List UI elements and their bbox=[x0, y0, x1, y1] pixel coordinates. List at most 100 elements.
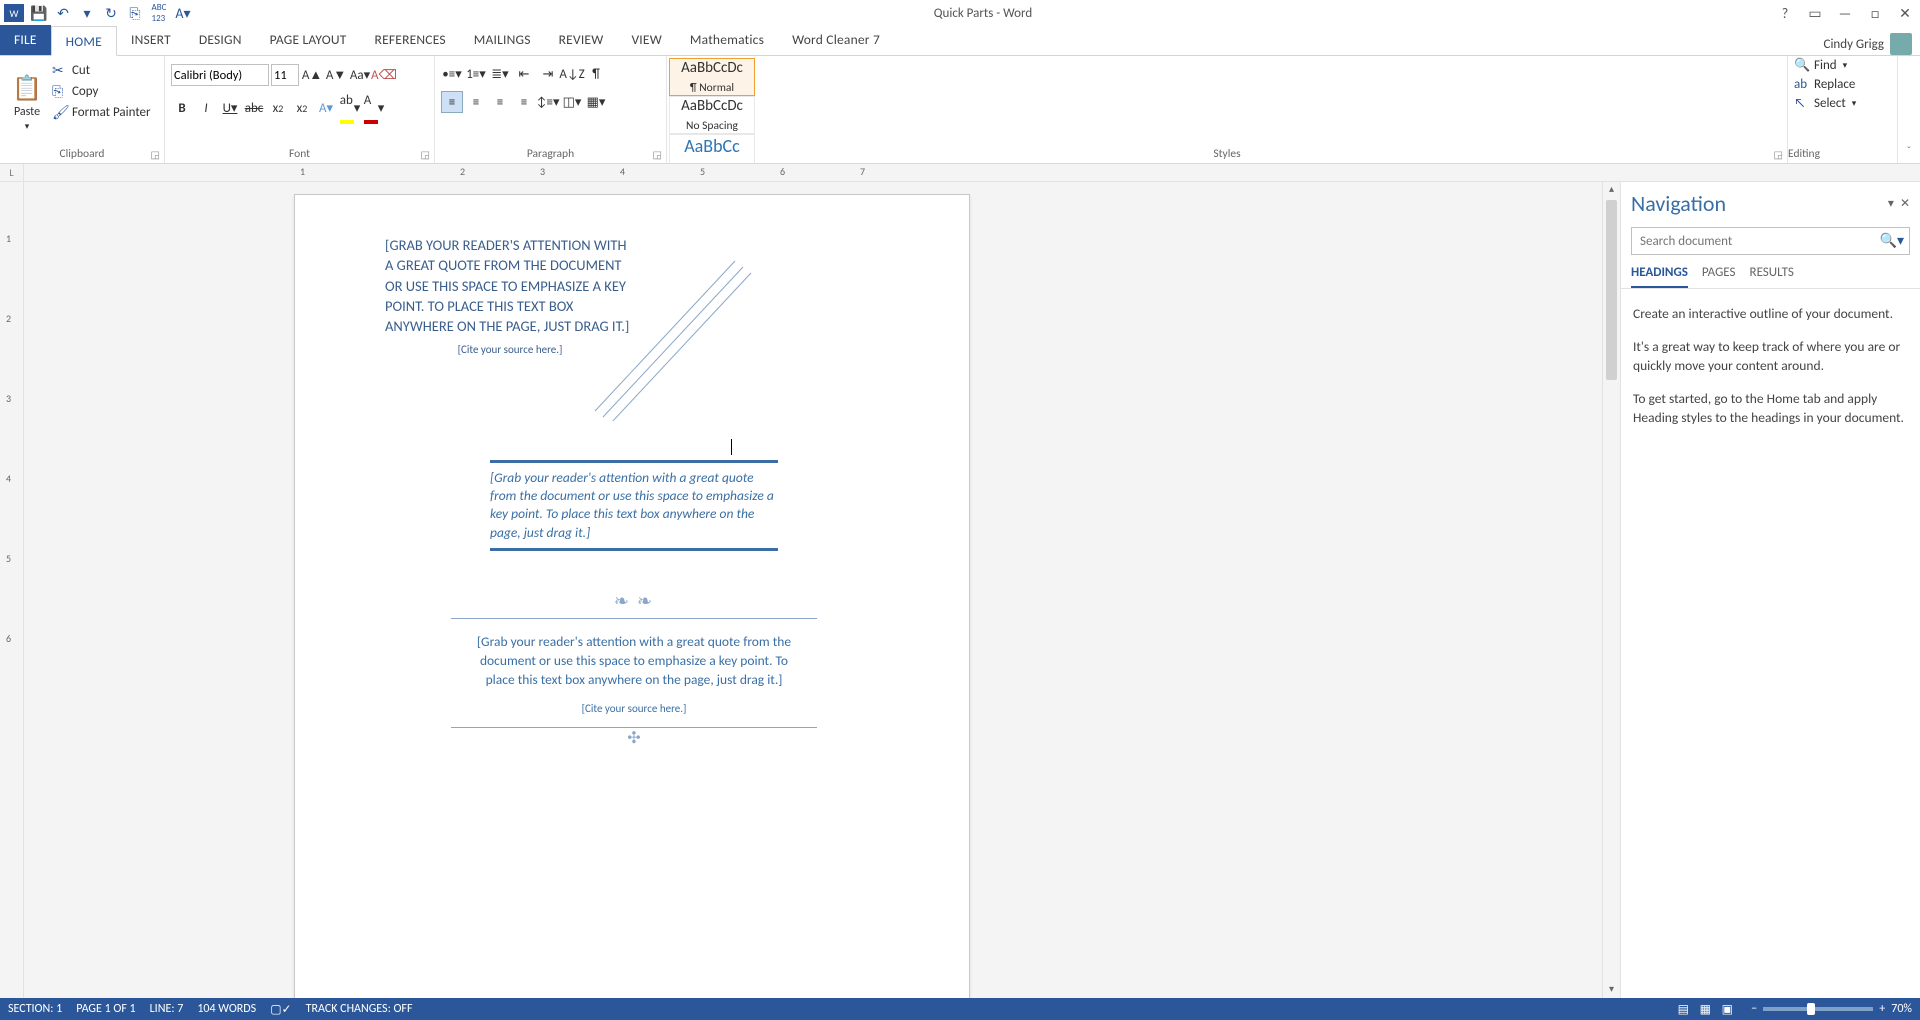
user-account[interactable]: Cindy Grigg bbox=[1824, 33, 1920, 55]
grow-font-button[interactable]: A▲ bbox=[301, 64, 323, 86]
zoom-knob[interactable] bbox=[1807, 1003, 1815, 1015]
strikethrough-button[interactable]: abc bbox=[243, 97, 265, 119]
close-icon[interactable]: ✕ bbox=[1894, 5, 1916, 22]
highlight-button[interactable]: ab▾ bbox=[339, 97, 361, 119]
align-left-button[interactable]: ≡ bbox=[441, 91, 463, 113]
nav-tab-results[interactable]: RESULTS bbox=[1750, 265, 1794, 288]
shading-button[interactable]: ◫▾ bbox=[561, 91, 583, 113]
title-bar: W 💾 ↶ ▾ ↻ ⎘ ABC123 A▾ Quick Parts - Word… bbox=[0, 0, 1920, 26]
tab-view[interactable]: VIEW bbox=[617, 25, 675, 55]
vertical-scrollbar[interactable]: ▴ ▾ bbox=[1602, 182, 1620, 998]
zoom-in-button[interactable]: + bbox=[1879, 1002, 1885, 1016]
clear-formatting-button[interactable]: A⌫ bbox=[373, 64, 395, 86]
zoom-level[interactable]: 70% bbox=[1891, 1002, 1912, 1016]
font-color-qat-icon[interactable]: A▾ bbox=[174, 4, 192, 22]
tab-design[interactable]: DESIGN bbox=[185, 25, 256, 55]
replace-button[interactable]: abReplace bbox=[1794, 77, 1891, 92]
align-center-button[interactable]: ≡ bbox=[465, 91, 487, 113]
chevron-down-icon[interactable]: ▾ bbox=[1888, 196, 1894, 211]
read-mode-icon[interactable]: ▤ bbox=[1673, 1002, 1693, 1017]
show-hide-button[interactable]: ¶ bbox=[585, 63, 607, 85]
scroll-down-icon[interactable]: ▾ bbox=[1603, 982, 1620, 998]
scroll-thumb[interactable] bbox=[1606, 200, 1617, 380]
web-layout-icon[interactable]: ▣ bbox=[1717, 1002, 1737, 1017]
font-name-selector[interactable] bbox=[171, 64, 269, 86]
justify-button[interactable]: ≡ bbox=[513, 91, 535, 113]
search-icon[interactable]: 🔍▾ bbox=[1880, 232, 1904, 249]
scroll-up-icon[interactable]: ▴ bbox=[1603, 182, 1620, 198]
status-words[interactable]: 104 WORDS bbox=[197, 1002, 256, 1016]
clipboard-dialog-launcher[interactable]: ◲ bbox=[151, 148, 160, 161]
tab-review[interactable]: REVIEW bbox=[545, 25, 618, 55]
document-area[interactable]: [GRAB YOUR READER'S ATTENTION WITH A GRE… bbox=[24, 182, 1602, 998]
font-color-button[interactable]: A▾ bbox=[363, 97, 385, 119]
italic-button[interactable]: I bbox=[195, 97, 217, 119]
style-normal[interactable]: AaBbCcDc¶ Normal bbox=[669, 58, 755, 96]
font-dialog-launcher[interactable]: ◲ bbox=[421, 148, 430, 161]
spellcheck-status-icon[interactable]: ▢✓ bbox=[270, 1002, 291, 1017]
change-case-button[interactable]: Aa▾ bbox=[349, 64, 371, 86]
tab-word-cleaner[interactable]: Word Cleaner 7 bbox=[778, 25, 894, 55]
status-section[interactable]: SECTION: 1 bbox=[8, 1002, 62, 1016]
shrink-font-button[interactable]: A▼ bbox=[325, 64, 347, 86]
collapse-ribbon[interactable]: ˇ bbox=[1898, 56, 1920, 163]
multilevel-list-button[interactable]: ≣▾ bbox=[489, 63, 511, 85]
tab-home[interactable]: HOME bbox=[51, 26, 117, 56]
tab-insert[interactable]: INSERT bbox=[117, 25, 185, 55]
decrease-indent-button[interactable]: ⇤ bbox=[513, 63, 535, 85]
tab-references[interactable]: REFERENCES bbox=[361, 25, 460, 55]
styles-dialog-launcher[interactable]: ◲ bbox=[1774, 148, 1783, 161]
close-icon[interactable]: ✕ bbox=[1900, 196, 1910, 211]
spellcheck-icon[interactable]: ABC123 bbox=[150, 4, 168, 22]
tab-mailings[interactable]: MAILINGS bbox=[460, 25, 545, 55]
status-page[interactable]: PAGE 1 OF 1 bbox=[76, 1002, 135, 1016]
sort-button[interactable]: A↓Z bbox=[561, 63, 583, 85]
font-size-selector[interactable] bbox=[271, 64, 299, 86]
redo-icon[interactable]: ↻ bbox=[102, 4, 120, 22]
select-button[interactable]: ↖Select▾ bbox=[1794, 96, 1891, 111]
nav-tab-pages[interactable]: PAGES bbox=[1702, 265, 1736, 288]
paragraph-dialog-launcher[interactable]: ◲ bbox=[653, 148, 662, 161]
horizontal-ruler[interactable]: 1 2 3 4 5 6 7 bbox=[270, 164, 1920, 181]
quick-print-icon[interactable]: ⎘ bbox=[126, 4, 144, 22]
undo-icon[interactable]: ↶ bbox=[54, 4, 72, 22]
increase-indent-button[interactable]: ⇥ bbox=[537, 63, 559, 85]
superscript-button[interactable]: x2 bbox=[291, 97, 313, 119]
tab-page-layout[interactable]: PAGE LAYOUT bbox=[256, 25, 361, 55]
align-right-button[interactable]: ≡ bbox=[489, 91, 511, 113]
find-button[interactable]: 🔍Find▾ bbox=[1794, 58, 1891, 73]
nav-tab-headings[interactable]: HEADINGS bbox=[1631, 265, 1688, 288]
status-line[interactable]: LINE: 7 bbox=[150, 1002, 184, 1016]
vertical-ruler[interactable]: 123 456 bbox=[0, 182, 24, 998]
tab-file[interactable]: FILE bbox=[0, 25, 51, 55]
ribbon-options-icon[interactable]: ▭ bbox=[1804, 5, 1826, 22]
numbering-button[interactable]: 1≡▾ bbox=[465, 63, 487, 85]
print-layout-icon[interactable]: ▦ bbox=[1695, 1002, 1715, 1017]
undo-dropdown-icon[interactable]: ▾ bbox=[78, 4, 96, 22]
ruler-corner[interactable]: L bbox=[0, 164, 24, 181]
style-no-spacing[interactable]: AaBbCcDcNo Spacing bbox=[669, 96, 755, 134]
save-icon[interactable]: 💾 bbox=[30, 4, 48, 22]
tab-mathematics[interactable]: Mathematics bbox=[676, 25, 778, 55]
page[interactable]: [GRAB YOUR READER'S ATTENTION WITH A GRE… bbox=[294, 194, 970, 998]
search-input[interactable] bbox=[1631, 227, 1910, 255]
text-box-3[interactable]: ❧ ❧ [Grab your reader's attention with a… bbox=[451, 590, 817, 748]
bold-button[interactable]: B bbox=[171, 97, 193, 119]
copy-button[interactable]: ⎘Copy bbox=[52, 83, 158, 100]
minimize-icon[interactable]: — bbox=[1834, 5, 1856, 22]
status-track-changes[interactable]: TRACK CHANGES: OFF bbox=[306, 1002, 413, 1016]
underline-button[interactable]: U▾ bbox=[219, 97, 241, 119]
zoom-out-button[interactable]: − bbox=[1751, 1002, 1757, 1016]
bullets-button[interactable]: •≡▾ bbox=[441, 63, 463, 85]
subscript-button[interactable]: x2 bbox=[267, 97, 289, 119]
paste-button[interactable]: 📋 Paste ▾ bbox=[6, 60, 48, 145]
help-icon[interactable]: ? bbox=[1774, 5, 1796, 22]
format-painter-button[interactable]: 🖌Format Painter bbox=[52, 104, 158, 121]
zoom-slider[interactable] bbox=[1763, 1007, 1873, 1011]
line-spacing-button[interactable]: ↕≡▾ bbox=[537, 91, 559, 113]
text-box-2[interactable]: [Grab your reader's attention with a gre… bbox=[490, 460, 778, 551]
text-effects-button[interactable]: A▾ bbox=[315, 97, 337, 119]
borders-button[interactable]: ▦▾ bbox=[585, 91, 607, 113]
maximize-icon[interactable]: □ bbox=[1864, 5, 1886, 22]
cut-button[interactable]: ✂Cut bbox=[52, 62, 158, 79]
